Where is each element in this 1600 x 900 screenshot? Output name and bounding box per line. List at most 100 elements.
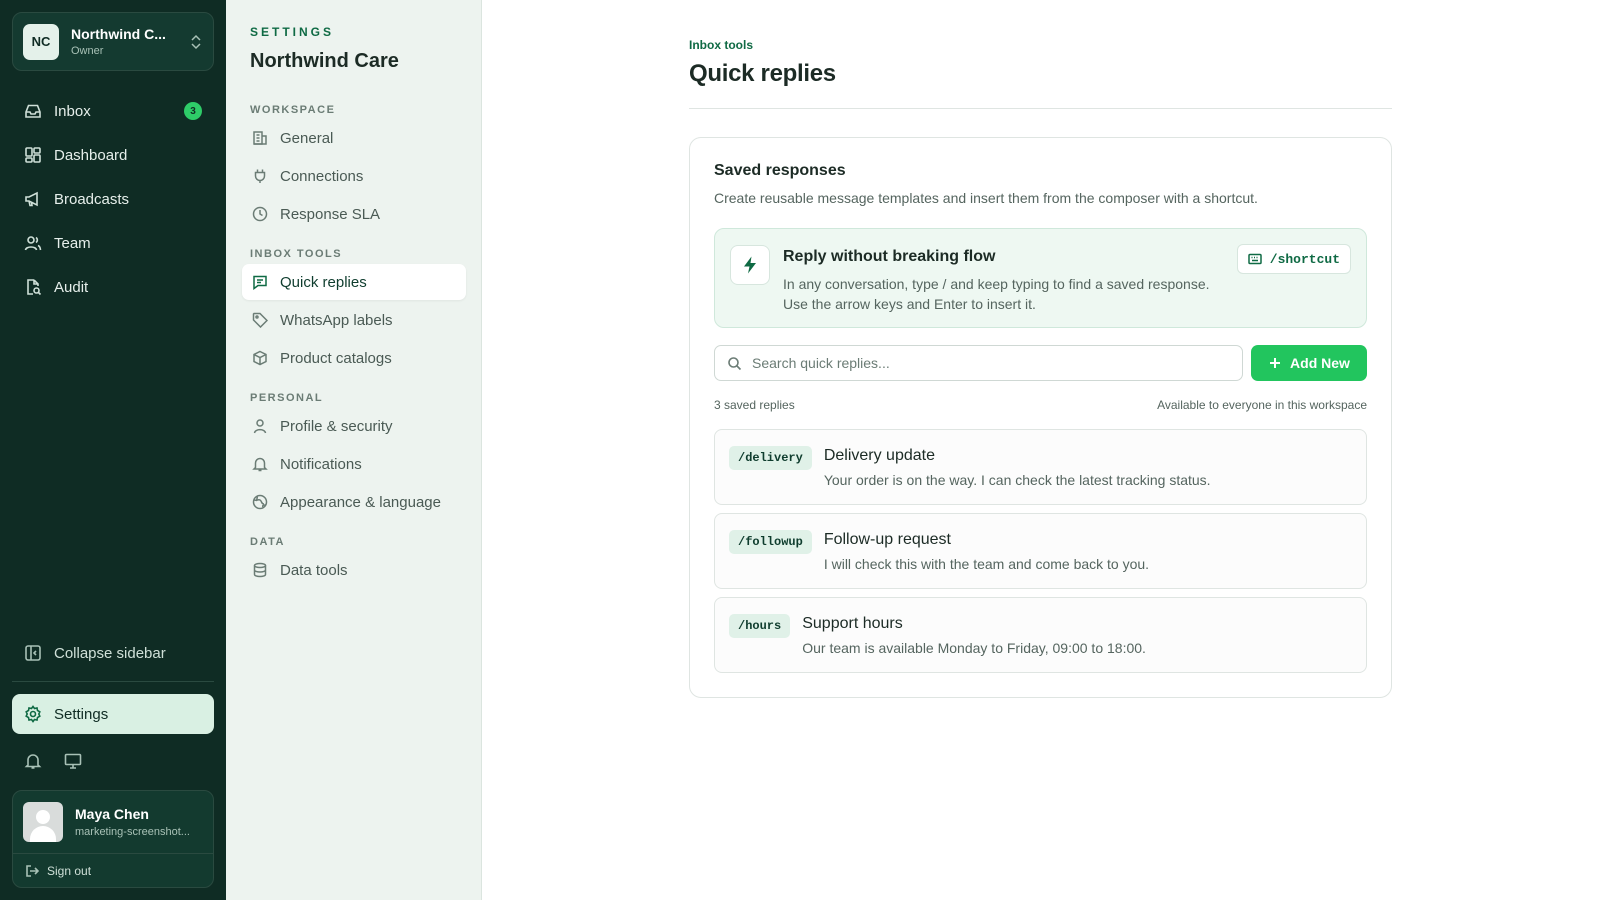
shortcut-chip: /shortcut [1236, 244, 1351, 274]
settings-label: Settings [54, 705, 109, 723]
globe-icon [252, 494, 268, 510]
settings-item-label: Response SLA [280, 205, 381, 223]
reply-body: Our team is available Monday to Friday, … [802, 640, 1146, 656]
user-email: marketing-screenshot... [75, 826, 190, 838]
section-label-inbox-tools: INBOX TOOLS [250, 248, 343, 260]
settings-item-general[interactable]: General [242, 120, 466, 156]
collapse-label: Collapse sidebar [54, 644, 166, 662]
settings-item-label: Profile & security [280, 417, 393, 435]
add-new-button[interactable]: Add New [1251, 345, 1367, 381]
dashboard-icon [25, 147, 41, 163]
user-name: Maya Chen [75, 806, 149, 822]
reply-shortcut-code: /followup [729, 530, 812, 554]
reply-title: Support hours [802, 615, 903, 632]
settings-item-appearance-language[interactable]: Appearance & language [242, 484, 466, 520]
user-profile-button[interactable]: Maya Chen marketing-screenshot... [13, 791, 213, 853]
card-description: Create reusable message templates and in… [714, 190, 1258, 206]
search-row: Add New [714, 345, 1367, 381]
list-item[interactable]: /delivery Delivery update Your order is … [714, 429, 1367, 505]
saved-responses-card: Saved responses Create reusable message … [689, 137, 1392, 698]
org-name: Northwind C... [71, 26, 166, 42]
collapse-sidebar-button[interactable]: Collapse sidebar [12, 633, 214, 673]
nav-label: Inbox [54, 102, 91, 120]
settings-item-label: WhatsApp labels [280, 311, 393, 329]
keyboard-icon [1248, 253, 1262, 265]
team-icon [24, 236, 42, 251]
settings-item-label: Appearance & language [280, 493, 441, 511]
list-item[interactable]: /hours Support hours Our team is availab… [714, 597, 1367, 673]
clock-icon [252, 206, 268, 222]
settings-item-quick-replies[interactable]: Quick replies [242, 264, 466, 300]
reply-shortcut-code: /hours [729, 614, 791, 638]
inbox-icon [25, 104, 41, 118]
nav-item-broadcasts[interactable]: Broadcasts [12, 179, 214, 219]
settings-item-connections[interactable]: Connections [242, 158, 466, 194]
display-button[interactable] [64, 752, 82, 775]
saved-count: 3 saved replies [714, 398, 795, 412]
user-icon [253, 419, 267, 434]
tip-text: In any conversation, type / and keep typ… [783, 276, 1210, 312]
tag-icon [252, 312, 268, 328]
nav-label: Team [54, 234, 91, 252]
nav-item-dashboard[interactable]: Dashboard [12, 135, 214, 175]
inbox-count-badge: 3 [184, 102, 202, 120]
megaphone-icon [25, 191, 38, 207]
user-card: Maya Chen marketing-screenshot... Sign o… [12, 790, 214, 888]
nav-label: Dashboard [54, 146, 128, 164]
settings-item-notifications[interactable]: Notifications [242, 446, 466, 482]
database-icon [253, 562, 267, 578]
plug-icon [254, 169, 266, 183]
sign-out-icon [26, 865, 39, 877]
shortcut-tip: Reply without breaking flow In any conve… [714, 228, 1367, 328]
settings-item-label: Notifications [280, 455, 362, 473]
list-meta: 3 saved replies Available to everyone in… [714, 398, 1367, 412]
building-icon [253, 131, 267, 145]
org-avatar: NC [23, 23, 59, 60]
title-divider [689, 108, 1392, 109]
settings-kicker: SETTINGS [250, 25, 335, 39]
search-icon [728, 356, 742, 370]
nav-item-settings[interactable]: Settings [12, 694, 214, 734]
sidebar-utility-icons [24, 752, 82, 775]
primary-nav: Inbox 3 Dashboard Broadcasts Team Audit [12, 91, 214, 311]
settings-item-response-sla[interactable]: Response SLA [242, 196, 466, 232]
quick-reply-list: /delivery Delivery update Your order is … [714, 429, 1367, 673]
sign-out-button[interactable]: Sign out [13, 854, 213, 888]
visibility-note: Available to everyone in this workspace [1157, 398, 1367, 412]
notifications-button[interactable] [24, 752, 42, 775]
settings-item-data-tools[interactable]: Data tools [242, 552, 466, 588]
box-icon [253, 350, 267, 366]
bell-icon [252, 457, 268, 472]
page-title: Quick replies [689, 60, 836, 87]
nav-item-audit[interactable]: Audit [12, 267, 214, 307]
reply-body: Your order is on the way. I can check th… [823, 472, 1211, 488]
settings-item-label: Connections [280, 167, 364, 185]
tip-icon-box [730, 245, 770, 285]
shortcut-chip-label: /shortcut [1269, 251, 1340, 267]
settings-item-label: Quick replies [280, 273, 367, 291]
avatar [23, 802, 63, 842]
settings-item-product-catalogs[interactable]: Product catalogs [242, 340, 466, 376]
main-content: Inbox tools Quick replies Saved response… [482, 0, 1600, 900]
search-input[interactable] [752, 355, 1242, 371]
list-item[interactable]: /followup Follow-up request I will check… [714, 513, 1367, 589]
nav-label: Broadcasts [54, 190, 130, 208]
breadcrumb[interactable]: Inbox tools [689, 38, 1392, 52]
plus-icon [1270, 358, 1281, 368]
nav-item-team[interactable]: Team [12, 223, 214, 263]
section-label-workspace: WORKSPACE [250, 104, 336, 116]
gear-icon [25, 705, 41, 723]
settings-item-profile-security[interactable]: Profile & security [242, 408, 466, 444]
settings-panel: SETTINGS Northwind Care WORKSPACE Genera… [226, 0, 482, 900]
settings-title: Northwind Care [250, 50, 399, 72]
monitor-icon [64, 753, 82, 769]
bell-icon [24, 754, 42, 769]
settings-item-whatsapp-labels[interactable]: WhatsApp labels [242, 302, 466, 338]
lightning-icon [744, 256, 756, 274]
settings-item-label: Data tools [280, 561, 348, 579]
workspace-switcher[interactable]: NC Northwind C... Owner [12, 12, 214, 71]
main-sidebar: NC Northwind C... Owner Inbox 3 Dashboar… [0, 0, 226, 900]
chevron-updown-icon [191, 34, 201, 49]
reply-body: I will check this with the team and come… [823, 556, 1150, 572]
nav-item-inbox[interactable]: Inbox 3 [12, 91, 214, 131]
